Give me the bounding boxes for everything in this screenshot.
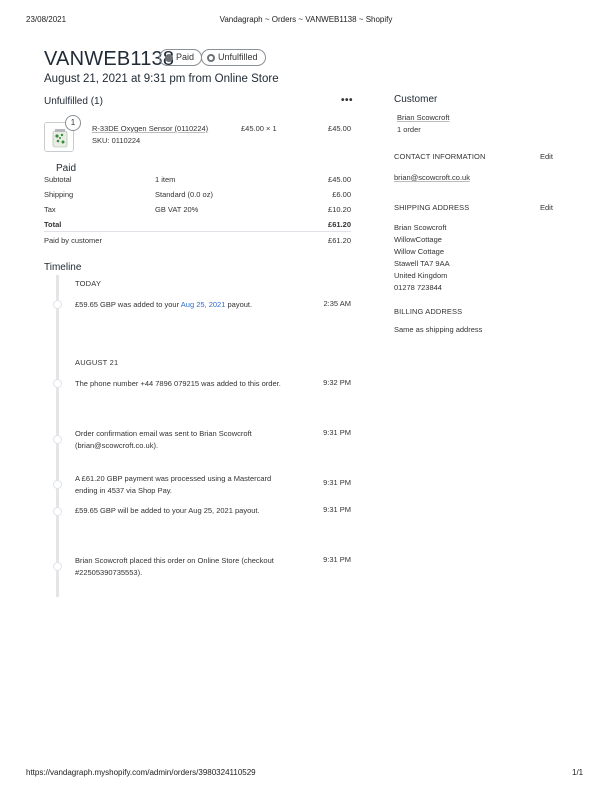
shipping-address-line: Brian Scowcroft xyxy=(394,223,447,232)
product-price-qty: £45.00 × 1 xyxy=(241,124,277,133)
shipping-detail: Standard (0.0 oz) xyxy=(155,190,213,199)
subtotal-amount: £45.00 xyxy=(328,175,351,184)
shipping-address-line: United Kingdom xyxy=(394,271,448,280)
total-amount: £61.20 xyxy=(328,220,351,229)
timeline-event-time: 9:31 PM xyxy=(323,505,351,514)
timeline-event-dot xyxy=(53,480,62,489)
timeline-event-payout-added: £59.65 GBP was added to your Aug 25, 202… xyxy=(75,299,315,311)
event-text-pre: £59.65 GBP was added to your xyxy=(75,300,181,309)
more-actions-icon[interactable]: ••• xyxy=(341,95,353,106)
timeline-event-dot xyxy=(53,300,62,309)
timeline-event-confirmation-email[interactable]: Order confirmation email was sent to Bri… xyxy=(75,428,295,452)
billing-address-text: Same as shipping address xyxy=(394,325,483,334)
total-label: Total xyxy=(44,220,62,229)
print-title: Vandagraph ~ Orders ~ VANWEB1138 ~ Shopi… xyxy=(219,15,393,24)
timeline-event-time: 9:31 PM xyxy=(323,555,351,564)
unfulfilled-ring-icon xyxy=(207,53,215,62)
edit-shipping-button[interactable]: Edit xyxy=(540,203,553,212)
timeline-event-time: 2:35 AM xyxy=(323,299,351,308)
timeline-event-dot xyxy=(53,435,62,444)
shipping-phone[interactable]: 01278 723844 xyxy=(394,283,442,292)
payment-status-label: Paid xyxy=(176,52,195,62)
product-name-link[interactable]: R-33DE Oxygen Sensor (0110224) xyxy=(92,124,208,133)
timeline-event-time: 9:32 PM xyxy=(323,378,351,387)
timeline-date-today: TODAY xyxy=(75,279,102,288)
customer-email-link[interactable]: brian@scowcroft.co.uk xyxy=(394,173,470,182)
shipping-label: Shipping xyxy=(44,190,74,199)
payment-status-badge: Paid xyxy=(159,49,203,66)
quantity-badge: 1 xyxy=(65,115,81,131)
timeline-event-dot xyxy=(53,379,62,388)
customer-heading: Customer xyxy=(394,94,438,105)
payment-divider xyxy=(44,231,351,232)
timeline-date-august-21: AUGUST 21 xyxy=(75,358,119,367)
shipping-address-line: WillowCottage xyxy=(394,235,442,244)
timeline-event-payout-scheduled: £59.65 GBP will be added to your Aug 25,… xyxy=(75,506,260,515)
timeline-event-time: 9:31 PM xyxy=(323,428,351,437)
shipping-address-heading: SHIPPING ADDRESS xyxy=(394,203,470,212)
print-page-number: 1/1 xyxy=(572,768,584,777)
customer-order-count[interactable]: 1 order xyxy=(397,125,421,134)
fulfillment-status-label: Unfulfilled xyxy=(218,52,258,62)
timeline-event-payment-processed[interactable]: A £61.20 GBP payment was processed using… xyxy=(75,473,295,497)
timeline-event-dot xyxy=(53,507,62,516)
shipping-amount: £6.00 xyxy=(332,190,351,199)
timeline-heading: Timeline xyxy=(44,262,82,273)
unfulfilled-heading: Unfulfilled (1) xyxy=(44,96,103,107)
contact-info-heading: CONTACT INFORMATION xyxy=(394,152,486,161)
paid-heading: Paid xyxy=(56,163,77,174)
shipping-address-line: Stawell TA7 9AA xyxy=(394,259,450,268)
product-line-total: £45.00 xyxy=(328,124,351,133)
print-url: https://vandagraph.myshopify.com/admin/o… xyxy=(26,768,256,777)
product-sku: SKU: 0110224 xyxy=(92,136,141,145)
subtotal-label: Subtotal xyxy=(44,175,72,184)
paid-dot-icon xyxy=(165,53,173,62)
paid-by-customer-amount: £61.20 xyxy=(328,236,351,245)
fulfillment-status-badge: Unfulfilled xyxy=(201,49,266,66)
tax-label: Tax xyxy=(44,205,56,214)
edit-contact-button[interactable]: Edit xyxy=(540,152,553,161)
payout-date-link[interactable]: Aug 25, 2021 xyxy=(181,300,226,309)
timeline-event-dot xyxy=(53,562,62,571)
order-subtitle: August 21, 2021 at 9:31 pm from Online S… xyxy=(44,73,279,85)
timeline-event-phone-added: The phone number +44 7896 079215 was add… xyxy=(75,379,281,388)
tax-detail: GB VAT 20% xyxy=(155,205,199,214)
billing-address-heading: BILLING ADDRESS xyxy=(394,307,463,316)
tax-amount: £10.20 xyxy=(328,205,351,214)
timeline-event-order-placed[interactable]: Brian Scowcroft placed this order on Onl… xyxy=(75,555,305,579)
subtotal-detail: 1 item xyxy=(155,175,176,184)
shipping-address-line: Willow Cottage xyxy=(394,247,445,256)
order-number: VANWEB1138 xyxy=(44,48,175,70)
timeline-event-time: 9:31 PM xyxy=(323,478,351,487)
event-text-post: payout. xyxy=(225,300,253,309)
paid-by-customer-label: Paid by customer xyxy=(44,236,102,245)
customer-name-link[interactable]: Brian Scowcroft xyxy=(397,113,450,122)
